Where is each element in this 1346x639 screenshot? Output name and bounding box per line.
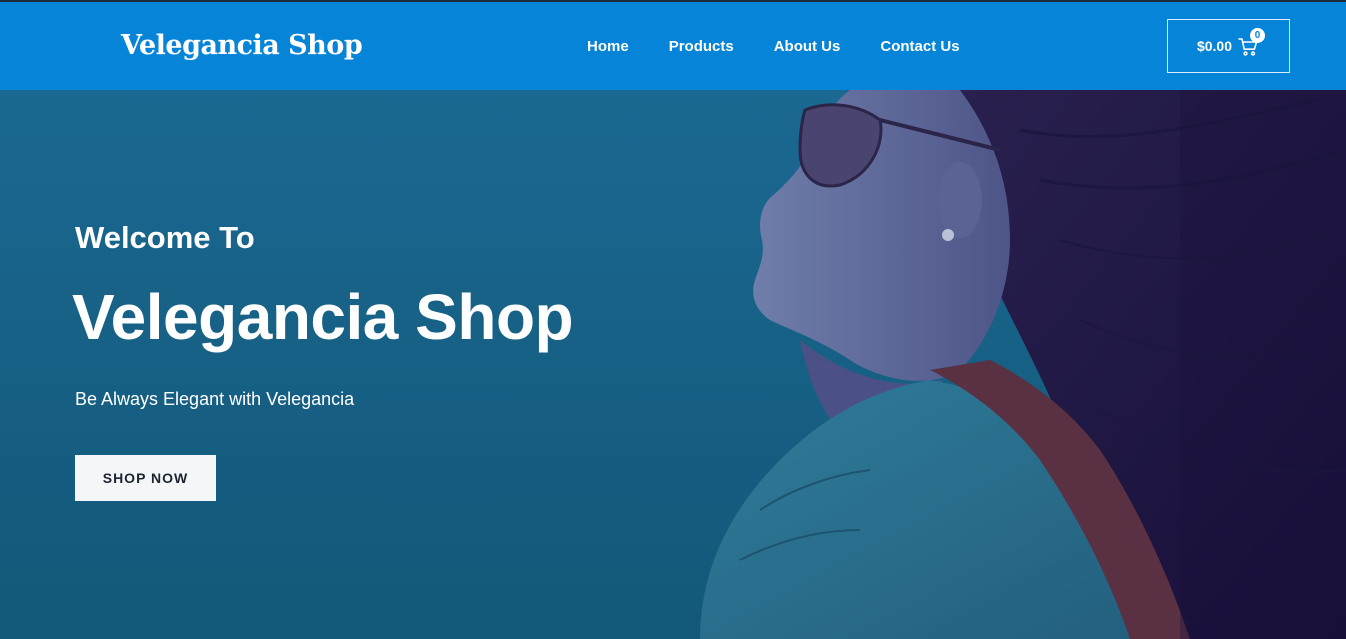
main-navigation: Home Products About Us Contact Us [587, 38, 960, 55]
nav-item-home[interactable]: Home [587, 38, 629, 55]
shop-now-button[interactable]: SHOP NOW [75, 455, 216, 501]
cart-count-badge: 0 [1250, 28, 1266, 43]
hero-welcome-heading: Welcome To [75, 220, 255, 255]
hero-title: Velegancia Shop [72, 281, 574, 353]
nav-item-products[interactable]: Products [669, 38, 734, 55]
nav-item-contact-us[interactable]: Contact Us [880, 38, 959, 55]
site-logo[interactable]: Velegancia Shop [121, 30, 363, 61]
hero-banner: Welcome To Velegancia Shop Be Always Ele… [0, 90, 1346, 639]
shopping-cart-icon: 0 [1238, 28, 1266, 56]
cart-button[interactable]: $0.00 0 [1167, 19, 1290, 73]
nav-item-about-us[interactable]: About Us [774, 38, 841, 55]
site-header: Velegancia Shop Home Products About Us C… [0, 2, 1346, 90]
cart-total: $0.00 [1196, 38, 1233, 54]
hero-tagline: Be Always Elegant with Velegancia [75, 389, 355, 409]
hero-background-image [0, 90, 1346, 639]
